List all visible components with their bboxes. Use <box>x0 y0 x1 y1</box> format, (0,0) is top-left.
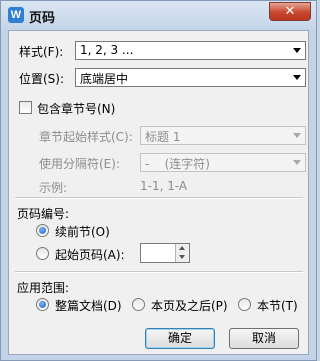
chapter-start-style-label: 章节起始样式(C): <box>39 130 133 144</box>
ok-button[interactable]: 确定 <box>145 328 215 349</box>
stepper-arrows[interactable] <box>175 244 189 262</box>
divider <box>15 271 303 273</box>
start-at-label[interactable]: 起始页码(A): <box>55 246 125 263</box>
chevron-up-icon[interactable] <box>179 246 185 250</box>
chapter-start-style-value: 标题 1 <box>145 130 181 144</box>
scope-whole-document-label[interactable]: 整篇文档(D) <box>55 297 122 314</box>
chapter-start-style-select[interactable]: 标题 1 <box>140 126 306 145</box>
scope-this-page-onward-label[interactable]: 本页及之后(P) <box>151 297 228 314</box>
dialog-title: 页码 <box>29 11 56 26</box>
separator-label: 使用分隔符(E): <box>39 157 120 171</box>
page-numbering-heading: 页码编号: <box>17 207 70 221</box>
close-icon: ✕ <box>284 4 296 19</box>
scope-this-section-label[interactable]: 本节(T) <box>257 297 298 314</box>
chevron-down-icon <box>293 160 301 165</box>
position-select-value: 底端居中 <box>80 72 129 86</box>
start-at-stepper[interactable] <box>140 243 190 263</box>
wps-writer-icon: W <box>8 7 24 23</box>
page-number-dialog: W 页码 ✕ 样式(F): 1, 2, 3 ... 位置(S): 底端居中 包含… <box>0 0 317 361</box>
close-button[interactable]: ✕ <box>269 2 311 21</box>
scope-this-section-radio[interactable] <box>238 298 251 311</box>
chevron-down-icon <box>293 48 301 53</box>
example-label: 示例: <box>39 181 68 195</box>
title-bar[interactable]: W 页码 ✕ <box>1 1 316 29</box>
chevron-down-icon[interactable] <box>179 255 185 259</box>
separator-select[interactable]: - (连字符) <box>140 153 306 172</box>
continue-previous-radio[interactable] <box>36 224 49 237</box>
scope-whole-document-radio[interactable] <box>36 298 49 311</box>
cancel-button[interactable]: 取消 <box>229 328 299 349</box>
style-label: 样式(F): <box>19 45 64 59</box>
chevron-down-icon <box>293 133 301 138</box>
dialog-body: 样式(F): 1, 2, 3 ... 位置(S): 底端居中 包含章节号(N) … <box>8 30 309 355</box>
include-chapter-checkbox[interactable] <box>19 101 32 114</box>
scope-this-page-onward-radio[interactable] <box>132 298 145 311</box>
position-label: 位置(S): <box>19 72 65 86</box>
continue-previous-label[interactable]: 续前节(O) <box>55 223 110 240</box>
start-at-radio[interactable] <box>36 247 49 260</box>
separator-value: - (连字符) <box>145 157 210 171</box>
style-select[interactable]: 1, 2, 3 ... <box>75 41 306 60</box>
divider <box>15 197 303 199</box>
include-chapter-label[interactable]: 包含章节号(N) <box>37 100 115 117</box>
position-select[interactable]: 底端居中 <box>75 68 306 87</box>
chevron-down-icon <box>293 75 301 80</box>
example-value: 1-1, 1-A <box>140 179 188 193</box>
style-select-value: 1, 2, 3 ... <box>80 43 134 57</box>
apply-scope-heading: 应用范围: <box>17 281 70 295</box>
